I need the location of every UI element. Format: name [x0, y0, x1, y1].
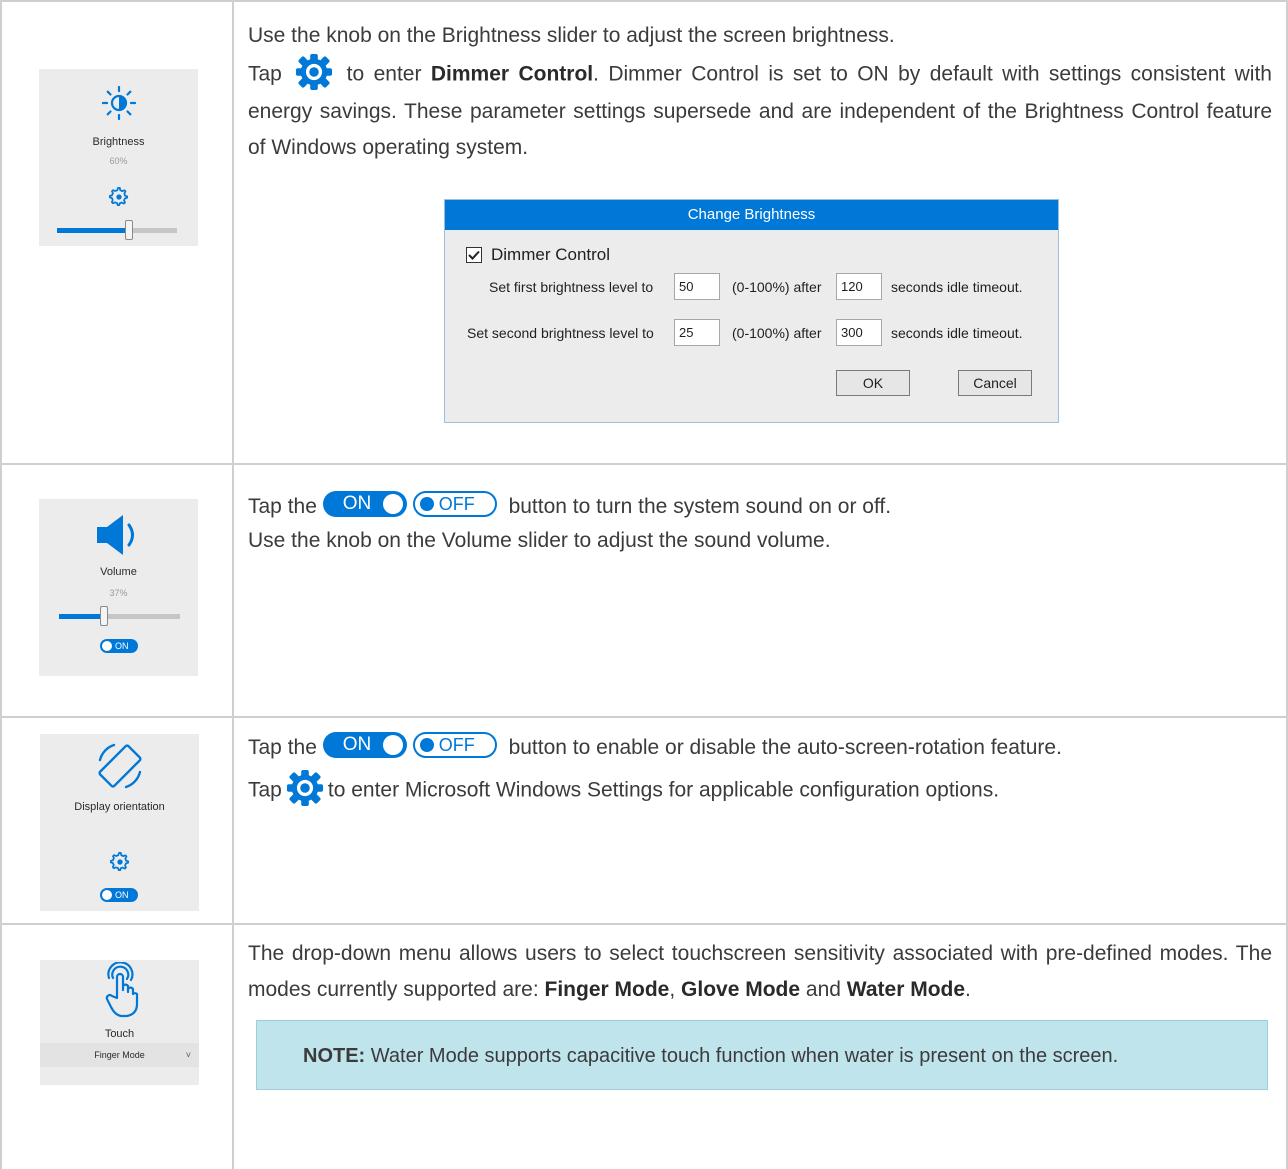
- toggle-label: ON: [115, 641, 129, 651]
- second-level-label: Set second brightness level to: [467, 325, 654, 341]
- toggle-knob: [419, 497, 434, 512]
- brightness-description: Use the knob on the Brightness slider to…: [248, 18, 1272, 166]
- brightness-tile[interactable]: Brightness 60%: [39, 69, 198, 246]
- ok-button[interactable]: OK: [836, 370, 910, 396]
- second-suffix-label: seconds idle timeout.: [891, 325, 1023, 341]
- touch-description: The drop-down menu allows users to selec…: [248, 936, 1272, 1008]
- feature-table: Brightness 60% Use the knob on the Brigh…: [0, 0, 1288, 1169]
- chevron-down-icon: ˅: [185, 1050, 191, 1060]
- toggle-knob: [419, 738, 434, 753]
- brightness-line-2: Tap to enter Dimmer Control. Dimmer Cont…: [248, 53, 1272, 166]
- glove-mode-bold: Glove Mode: [681, 978, 801, 1001]
- second-range-label: (0-100%) after: [732, 325, 822, 341]
- rotate-icon: [98, 743, 142, 789]
- second-seconds-input[interactable]: 300: [836, 319, 882, 346]
- dimmer-control-label: Dimmer Control: [491, 245, 611, 264]
- volume-tile-value: 37%: [109, 588, 128, 598]
- brightness-line-1: Use the knob on the Brightness slider to…: [248, 24, 895, 47]
- volume-line-2: Use the knob on the Volume slider to adj…: [248, 529, 831, 552]
- cancel-button[interactable]: Cancel: [958, 370, 1032, 396]
- toggle-knob: [382, 494, 403, 515]
- period: .: [965, 978, 971, 1001]
- tap-word: Tap: [248, 778, 282, 802]
- volume-line-1: Tap the ON OFF button to turn the system …: [248, 489, 1272, 525]
- comma: ,: [669, 978, 676, 1001]
- first-level-input[interactable]: 50: [674, 273, 720, 300]
- brightness-slider[interactable]: [57, 220, 177, 240]
- tap-the-text: Tap the: [248, 495, 317, 518]
- off-toggle-example: OFF: [412, 732, 497, 759]
- to-enter-text: to enter: [346, 62, 422, 86]
- orientation-tile[interactable]: Display orientation ON: [40, 734, 199, 911]
- touch-mode-dropdown[interactable]: Finger Mode ˅: [40, 1043, 199, 1067]
- gear-icon[interactable]: [109, 187, 129, 207]
- orientation-line-2-rest: to enter Microsoft Windows Settings for …: [327, 778, 1000, 802]
- volume-slider-fill: [59, 614, 104, 619]
- on-label: ON: [342, 493, 372, 515]
- brightness-tile-value: 60%: [109, 156, 128, 166]
- volume-tile[interactable]: Volume 37% ON: [39, 499, 198, 676]
- brightness-slider-knob[interactable]: [125, 220, 133, 240]
- volume-slider[interactable]: [59, 606, 180, 626]
- gear-icon: [286, 769, 323, 807]
- gear-icon[interactable]: [110, 852, 130, 872]
- orientation-line-1-rest: button to enable or disable the auto-scr…: [508, 736, 1062, 759]
- orientation-tile-toggle[interactable]: ON: [100, 888, 138, 902]
- note-label: NOTE:: [303, 1045, 366, 1067]
- orientation-line-1: Tap the ON OFF button to enable or disabl…: [248, 730, 1272, 766]
- orientation-tile-label: Display orientation: [74, 801, 165, 813]
- toggle-label: ON: [115, 890, 129, 900]
- toggle-knob: [102, 890, 112, 900]
- touch-tile-label: Touch: [104, 1028, 135, 1040]
- tap-word: Tap: [248, 62, 282, 86]
- brightness-slider-fill: [57, 228, 129, 233]
- orientation-description: Tap the ON OFF button to enable or disabl…: [248, 730, 1272, 810]
- speaker-icon: [97, 515, 134, 555]
- off-toggle-example: OFF: [412, 491, 497, 518]
- first-seconds-input[interactable]: 120: [836, 273, 882, 300]
- water-mode-note: NOTE: Water Mode supports capacitive tou…: [256, 1020, 1268, 1090]
- volume-description: Tap the ON OFF button to turn the system …: [248, 489, 1272, 559]
- dropdown-selected-value: Finger Mode: [94, 1050, 145, 1060]
- first-range-label: (0-100%) after: [732, 279, 822, 295]
- change-brightness-dialog: Change Brightness Dimmer Control Set fir…: [444, 199, 1059, 423]
- on-toggle-example: ON: [322, 491, 407, 518]
- off-label: OFF: [438, 735, 475, 756]
- dimmer-control-bold: Dimmer Control: [430, 62, 594, 86]
- on-toggle-example: ON: [322, 732, 407, 759]
- touch-tile[interactable]: Touch Finger Mode ˅: [40, 960, 199, 1085]
- tap-the-text: Tap the: [248, 736, 317, 759]
- water-mode-bold: Water Mode: [846, 978, 966, 1001]
- second-level-input[interactable]: 25: [674, 319, 720, 346]
- toggle-knob: [102, 641, 112, 651]
- finger-mode-bold: Finger Mode: [544, 978, 670, 1001]
- note-text: Water Mode supports capacitive touch fun…: [370, 1045, 1119, 1067]
- and-word: and: [805, 978, 841, 1001]
- orientation-line-2: Tap to enter Microsoft Windows Settings …: [248, 769, 1272, 810]
- first-level-label: Set first brightness level to: [489, 279, 654, 295]
- brightness-tile-label: Brightness: [92, 136, 145, 148]
- volume-slider-knob[interactable]: [100, 606, 108, 626]
- on-label: ON: [342, 734, 372, 756]
- dialog-title: Change Brightness: [445, 200, 1058, 230]
- brightness-icon: [102, 86, 136, 120]
- first-suffix-label: seconds idle timeout.: [891, 279, 1023, 295]
- gear-icon: [296, 53, 333, 91]
- off-label: OFF: [438, 494, 475, 515]
- touch-icon: [105, 962, 139, 1018]
- checkmark-icon: [468, 250, 480, 260]
- toggle-knob: [382, 735, 403, 756]
- volume-tile-label: Volume: [100, 566, 137, 578]
- dimmer-control-checkbox[interactable]: [466, 247, 482, 263]
- volume-line-1-rest: button to turn the system sound on or of…: [508, 495, 892, 518]
- volume-tile-toggle[interactable]: ON: [100, 639, 138, 653]
